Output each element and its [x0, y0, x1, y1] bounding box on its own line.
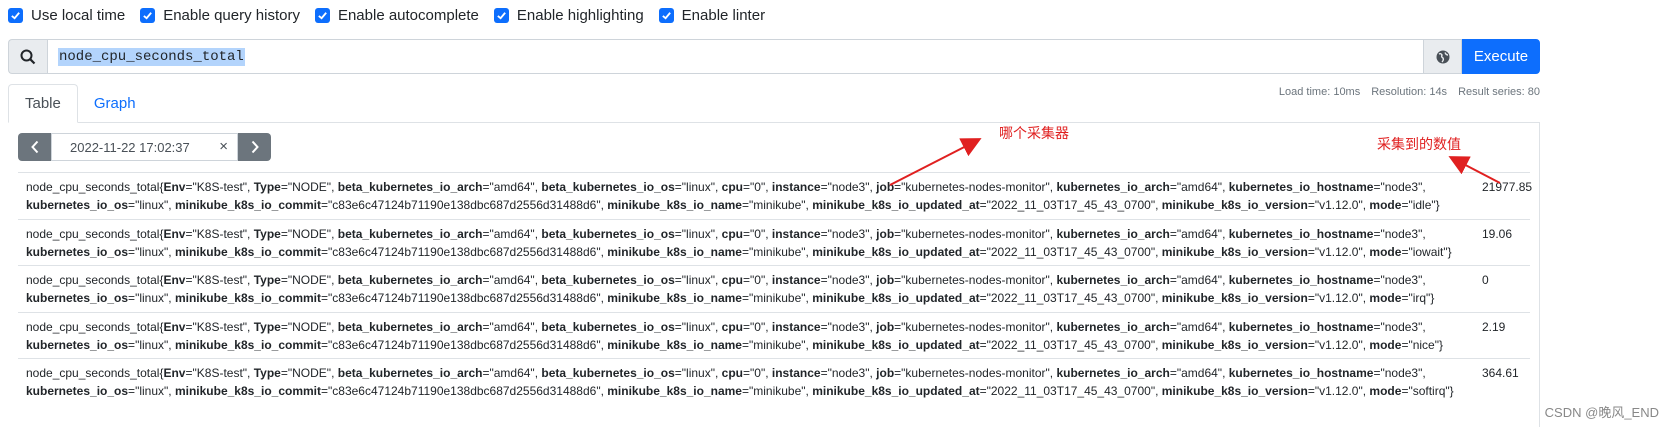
annotation-arrow-collector: [889, 138, 982, 186]
watermark: CSDN @晚风_END: [1544, 405, 1659, 420]
tab-table[interactable]: Table: [8, 84, 78, 123]
annotation-arrows: [889, 138, 1501, 186]
annotation-arrow-value: [1448, 156, 1501, 184]
